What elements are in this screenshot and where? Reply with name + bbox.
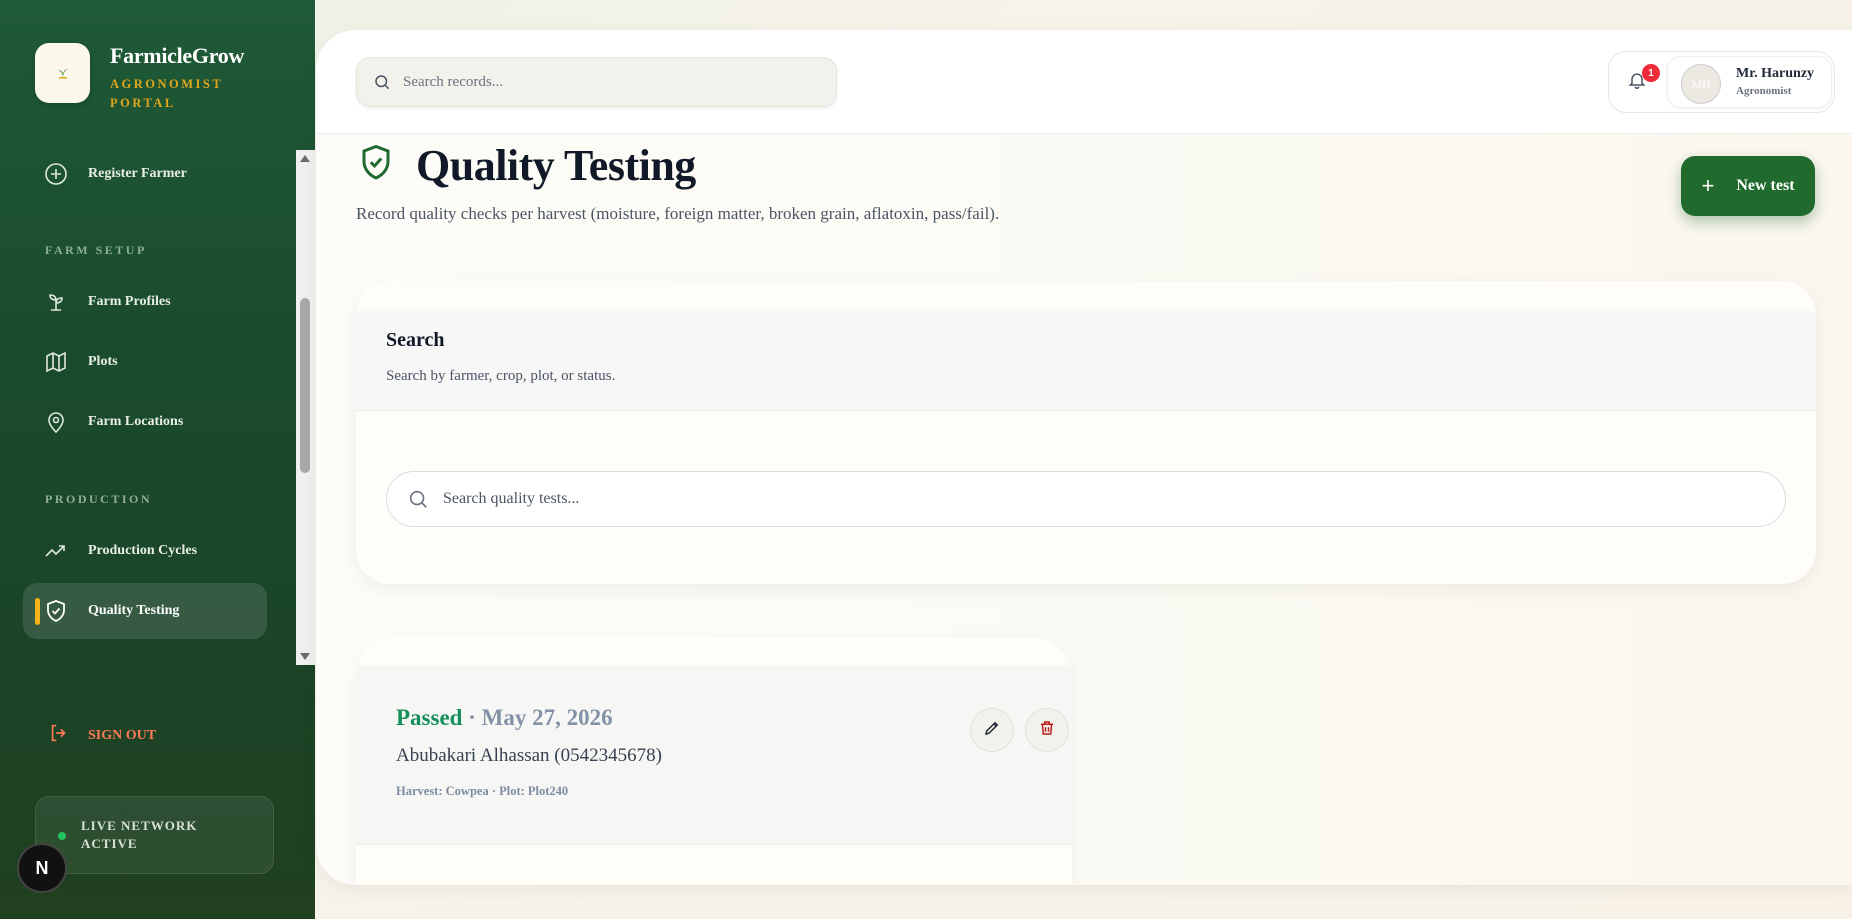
list-item: Passed · May 27, 2026 Abubakari Alhassan… xyxy=(356,665,1072,845)
search-card-description: Search by farmer, crop, plot, or status. xyxy=(386,368,616,384)
sidebar-item-label: Farm Locations xyxy=(88,414,184,429)
map-icon xyxy=(43,349,69,375)
user-menu[interactable]: MH Mr. Harunzy Agronomist xyxy=(1667,56,1832,108)
sidebar-item-label: Quality Testing xyxy=(88,603,180,618)
scroll-down-arrow-icon[interactable] xyxy=(300,653,310,660)
scrollbar-thumb[interactable] xyxy=(300,298,310,473)
page-subtitle: Record quality checks per harvest (moist… xyxy=(356,204,1000,223)
scroll-up-arrow-icon[interactable] xyxy=(300,155,310,162)
new-test-label: New test xyxy=(1736,177,1795,194)
network-status: LIVE NETWORK ACTIVE xyxy=(35,796,274,874)
search-card-header: Search Search by farmer, crop, plot, or … xyxy=(356,311,1816,411)
sidebar-item-label: Register Farmer xyxy=(88,166,187,181)
search-quality-tests-input[interactable]: Search quality tests... xyxy=(386,471,1786,527)
shield-check-icon xyxy=(358,143,394,188)
search-icon xyxy=(407,488,429,510)
sidebar-item-farm-locations[interactable]: Farm Locations xyxy=(23,394,267,450)
search-records-input[interactable]: Search records... xyxy=(356,57,837,107)
shield-check-icon xyxy=(43,598,69,624)
new-test-button[interactable]: + New test xyxy=(1681,156,1815,216)
page-header: Quality Testing xyxy=(358,140,696,191)
sidebar-item-quality-testing[interactable]: Quality Testing xyxy=(23,583,267,639)
brand[interactable]: FarmicleGrow AGRONOMIST PORTAL xyxy=(35,43,244,113)
map-pin-icon xyxy=(43,409,69,435)
main-panel: Search records... 1 MH Mr. Harunzy Agron… xyxy=(316,30,1852,885)
search-placeholder: Search quality tests... xyxy=(443,490,580,507)
quality-test-card: Passed · May 27, 2026 Abubakari Alhassan… xyxy=(356,637,1072,885)
sign-out-button[interactable]: SIGN OUT xyxy=(48,722,156,749)
sidebar-scrollbar[interactable] xyxy=(296,150,315,665)
plus-icon: + xyxy=(1701,173,1715,198)
record-farmer: Abubakari Alhassan (0542345678) xyxy=(396,745,662,766)
sidebar-item-farm-profiles[interactable]: Farm Profiles xyxy=(23,274,267,330)
user-role: Agronomist xyxy=(1736,85,1792,97)
record-date: May 27, 2026 xyxy=(481,705,613,730)
sidebar-item-register-farmer[interactable]: Register Farmer xyxy=(23,146,267,202)
brand-subtitle: AGRONOMIST PORTAL xyxy=(110,77,224,110)
record-separator: · xyxy=(462,705,482,730)
delete-button[interactable] xyxy=(1025,708,1069,752)
edit-button[interactable] xyxy=(970,708,1014,752)
notification-badge: 1 xyxy=(1642,64,1660,82)
record-status-line: Passed · May 27, 2026 xyxy=(396,705,613,731)
avatar: MH xyxy=(1681,64,1721,104)
sidebar-item-production-cycles[interactable]: Production Cycles xyxy=(23,523,267,579)
search-icon xyxy=(373,73,391,91)
sprout-icon xyxy=(43,289,69,315)
sign-out-label: SIGN OUT xyxy=(88,727,157,743)
logout-icon xyxy=(48,722,70,749)
brand-logo xyxy=(35,43,90,103)
sidebar-item-label: Farm Profiles xyxy=(88,294,171,309)
brand-title: FarmicleGrow xyxy=(110,43,245,68)
network-status-text: LIVE NETWORK ACTIVE xyxy=(81,818,198,851)
section-label-farm-setup: FARM SETUP xyxy=(45,243,147,257)
active-indicator xyxy=(35,598,40,625)
topbar: Search records... 1 MH Mr. Harunzy Agron… xyxy=(316,30,1852,134)
search-card: Search Search by farmer, crop, plot, or … xyxy=(356,281,1816,584)
search-card-title: Search xyxy=(386,329,445,351)
user-name: Mr. Harunzy xyxy=(1736,66,1815,81)
sidebar-nav: Register Farmer FARM SETUP Farm Profiles… xyxy=(0,150,315,665)
plus-circle-icon xyxy=(43,161,69,187)
page-title: Quality Testing xyxy=(416,141,696,190)
trash-icon xyxy=(1038,719,1056,742)
section-label-production: PRODUCTION xyxy=(45,492,153,506)
pencil-icon xyxy=(983,719,1001,742)
record-meta: Harvest: Cowpea · Plot: Plot240 xyxy=(396,784,569,798)
sidebar: FarmicleGrow AGRONOMIST PORTAL Register … xyxy=(0,0,315,919)
dev-tools-badge[interactable]: N xyxy=(19,845,65,891)
search-placeholder: Search records... xyxy=(403,73,503,90)
sidebar-item-label: Plots xyxy=(88,354,118,369)
sidebar-item-plots[interactable]: Plots xyxy=(23,334,267,390)
status-dot xyxy=(58,832,66,840)
sidebar-item-label: Production Cycles xyxy=(88,543,198,558)
status-badge: Passed xyxy=(396,705,463,730)
user-area: 1 MH Mr. Harunzy Agronomist xyxy=(1608,51,1835,113)
trending-up-icon xyxy=(43,538,69,564)
